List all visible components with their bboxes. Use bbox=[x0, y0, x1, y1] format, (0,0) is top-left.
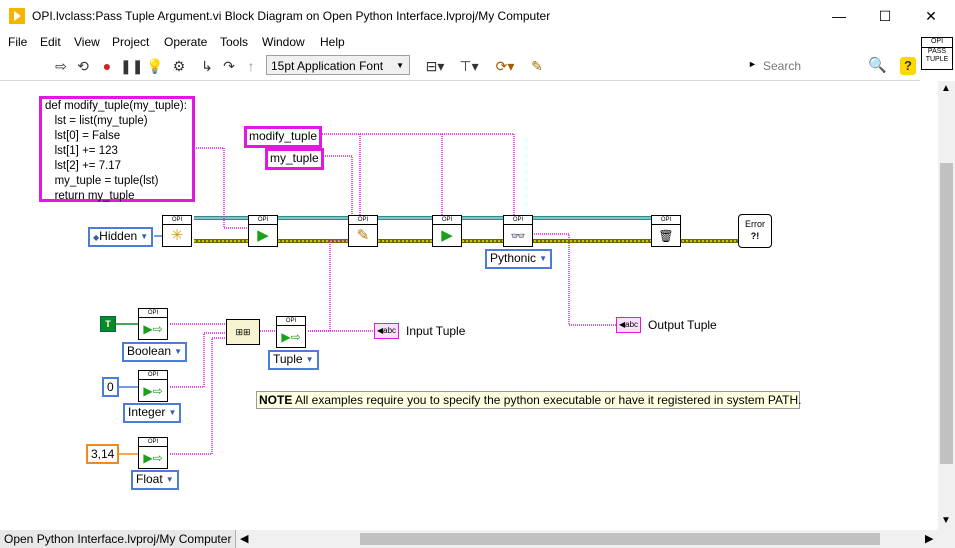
output-tuple-indicator[interactable]: ◀abc bbox=[616, 317, 642, 333]
node-header: OPI bbox=[139, 371, 167, 380]
type-ring-float[interactable]: Float ▼ bbox=[131, 470, 179, 490]
horizontal-scroll-thumb[interactable] bbox=[360, 533, 880, 545]
ring-value: Integer bbox=[128, 405, 166, 419]
scroll-up-icon[interactable]: ▲ bbox=[941, 83, 951, 94]
scroll-left-icon[interactable]: ◀ bbox=[240, 532, 248, 545]
opi-get-result-node[interactable]: OPI 👓 bbox=[503, 215, 533, 247]
function-name-constant[interactable]: modify_tuple bbox=[244, 126, 323, 148]
glasses-icon: 👓 bbox=[510, 229, 526, 243]
code-line: lst = list(my_tuple) bbox=[45, 115, 148, 127]
play-icon: ▶ bbox=[441, 227, 453, 244]
input-tuple-indicator[interactable]: ◀abc bbox=[374, 323, 400, 339]
opi-to-python-bool-node[interactable]: OPI ▶⇨ bbox=[138, 308, 168, 340]
boolean-constant[interactable]: T bbox=[100, 316, 116, 332]
vertical-scroll-thumb[interactable] bbox=[940, 163, 953, 464]
build-array-node[interactable]: ⊞⊞ bbox=[226, 319, 260, 345]
ring-value: Boolean bbox=[127, 344, 172, 358]
error-label: Error bbox=[745, 219, 765, 229]
chevron-down-icon: ▼ bbox=[539, 254, 548, 263]
node-header: OPI bbox=[249, 216, 277, 225]
note-text: All examples require you to specify the … bbox=[292, 393, 802, 407]
opi-open-node[interactable]: OPI ✳ bbox=[162, 215, 192, 247]
code-line: lst[0] = False bbox=[45, 130, 121, 142]
node-header: OPI bbox=[163, 216, 191, 225]
node-header: OPI bbox=[139, 438, 167, 447]
convert-arrow-icon: ▶⇨ bbox=[143, 384, 163, 398]
window-mode-ring[interactable]: ◆Hidden ▼ bbox=[88, 227, 154, 247]
code-line: return my_tuple bbox=[45, 190, 135, 202]
ring-value: Pythonic bbox=[490, 251, 537, 265]
opi-close-node[interactable]: OPI 🗑 bbox=[651, 215, 681, 247]
function-name-wire-c bbox=[442, 133, 515, 215]
opi-run-code-node[interactable]: OPI ▶ bbox=[248, 215, 278, 247]
convert-arrow-icon: ▶⇨ bbox=[143, 451, 163, 465]
project-path-status: Open Python Interface.lvproj/My Computer bbox=[0, 530, 236, 548]
scroll-right-icon[interactable]: ▶ bbox=[925, 532, 933, 545]
sparkle-icon: ✳ bbox=[170, 227, 184, 244]
output-tuple-wire bbox=[534, 233, 616, 326]
node-header: OPI bbox=[349, 216, 377, 225]
chevron-down-icon: ▼ bbox=[168, 408, 177, 417]
indicator-type: abc bbox=[383, 326, 397, 335]
node-header: OPI bbox=[652, 216, 680, 225]
opi-to-python-tuple-node[interactable]: OPI ▶⇨ bbox=[276, 316, 306, 348]
error-handler-node[interactable]: Error ?! bbox=[738, 214, 772, 248]
function-name-wire bbox=[320, 133, 361, 215]
build-array-icon: ⊞⊞ bbox=[235, 327, 251, 337]
ring-value: Float bbox=[136, 472, 163, 486]
output-tuple-label: Output Tuple bbox=[648, 318, 717, 332]
python-code-constant[interactable]: def modify_tuple(my_tuple): lst = list(m… bbox=[39, 96, 195, 202]
code-line: def modify_tuple(my_tuple): bbox=[45, 100, 187, 112]
argument-name-constant[interactable]: my_tuple bbox=[265, 148, 324, 170]
node-header: OPI bbox=[433, 216, 461, 225]
type-ring-boolean[interactable]: Boolean ▼ bbox=[122, 342, 188, 362]
indicator-type: abc bbox=[625, 320, 639, 329]
code-line: lst[1] += 123 bbox=[45, 145, 118, 157]
error-icon: ?! bbox=[750, 231, 760, 241]
ring-value: Tuple bbox=[273, 352, 303, 366]
play-icon: ▶ bbox=[257, 227, 269, 244]
note-comment: NOTE All examples require you to specify… bbox=[256, 391, 802, 409]
chevron-down-icon: ▼ bbox=[174, 347, 183, 356]
node-header: OPI bbox=[139, 309, 167, 318]
code-line: my_tuple = tuple(lst) bbox=[45, 175, 159, 187]
chevron-down-icon: ▼ bbox=[305, 355, 314, 364]
integer-constant[interactable]: 0 bbox=[102, 377, 119, 397]
chevron-down-icon: ▼ bbox=[140, 232, 149, 241]
opi-to-python-int-node[interactable]: OPI ▶⇨ bbox=[138, 370, 168, 402]
arg-name-wire bbox=[323, 155, 353, 215]
node-header: OPI bbox=[504, 216, 532, 225]
opi-set-function-node[interactable]: OPI ✎ bbox=[348, 215, 378, 247]
type-ring-integer[interactable]: Integer ▼ bbox=[123, 403, 182, 423]
note-bold: NOTE bbox=[259, 393, 293, 407]
trash-icon: 🗑 bbox=[658, 229, 674, 243]
function-name-wire-b bbox=[360, 133, 443, 215]
convert-arrow-icon: ▶⇨ bbox=[281, 330, 301, 344]
convert-arrow-icon: ▶⇨ bbox=[143, 322, 163, 336]
scroll-down-icon[interactable]: ▼ bbox=[941, 515, 951, 526]
chevron-down-icon: ▼ bbox=[165, 475, 174, 484]
code-line: lst[2] += 7.17 bbox=[45, 160, 122, 172]
opi-execute-node[interactable]: OPI ▶ bbox=[432, 215, 462, 247]
vertical-scrollbar[interactable]: ▲ ▼ bbox=[938, 81, 955, 530]
type-ring-tuple[interactable]: Tuple ▼ bbox=[268, 350, 319, 370]
input-tuple-label: Input Tuple bbox=[406, 324, 466, 338]
opi-to-python-float-node[interactable]: OPI ▶⇨ bbox=[138, 437, 168, 469]
ring-value: Hidden bbox=[99, 229, 138, 243]
node-header: OPI bbox=[277, 317, 305, 326]
float-constant[interactable]: 3,14 bbox=[86, 444, 120, 464]
pencil-icon: ✎ bbox=[356, 227, 370, 244]
result-format-ring[interactable]: Pythonic ▼ bbox=[485, 249, 553, 269]
tuple-wire bbox=[308, 239, 354, 332]
